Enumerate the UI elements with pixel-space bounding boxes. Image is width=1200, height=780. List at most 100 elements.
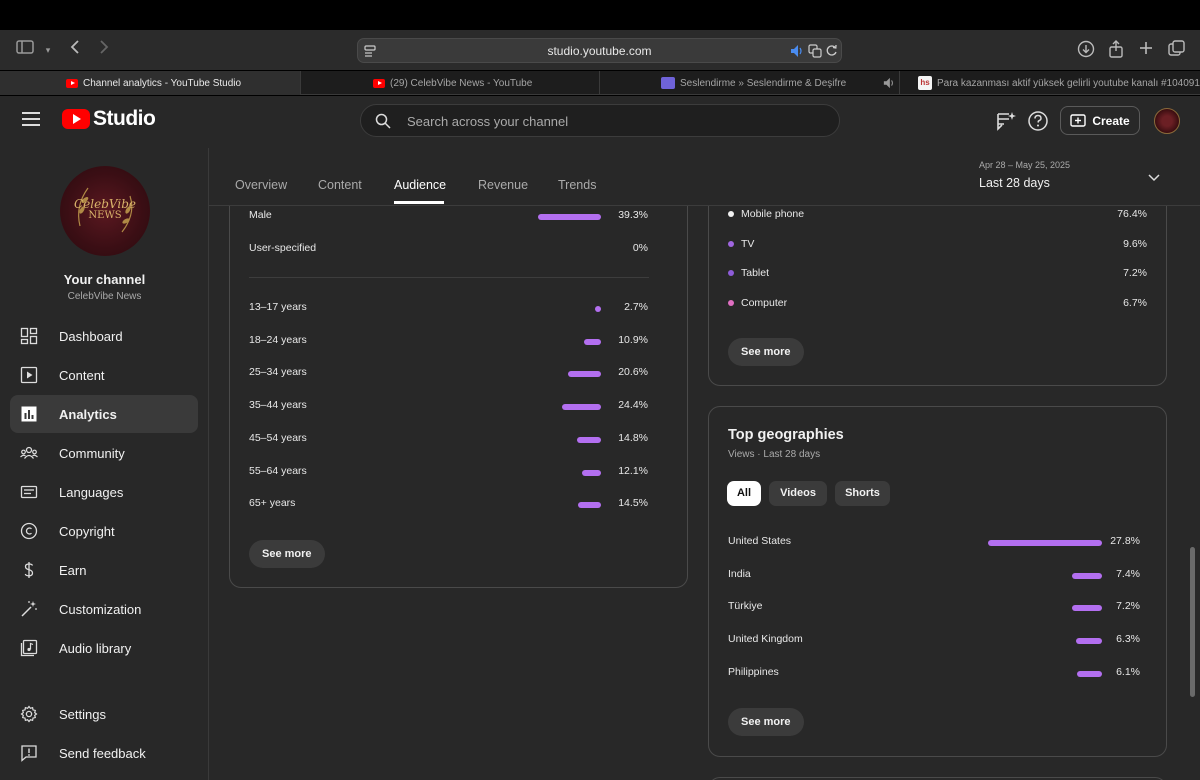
menu-icon[interactable] — [22, 112, 40, 126]
date-range[interactable]: Apr 28 – May 25, 2025 — [979, 160, 1070, 170]
sidebar-item-content[interactable]: Content — [10, 356, 198, 394]
row-value: 9.6% — [1123, 237, 1147, 250]
studio-logo-text[interactable]: Studio — [93, 107, 156, 131]
dashboard-icon — [20, 327, 38, 345]
account-avatar[interactable] — [1154, 108, 1180, 134]
channel-avatar[interactable]: CelebVibe NEWS — [60, 166, 150, 256]
languages-icon — [20, 485, 38, 499]
create-button[interactable]: Create — [1060, 106, 1140, 135]
address-bar[interactable]: studio.youtube.com — [357, 38, 842, 63]
create-label: Create — [1092, 113, 1130, 128]
speaker-icon[interactable] — [790, 44, 804, 63]
row-label: 55–64 years — [249, 464, 307, 477]
chip-videos[interactable]: Videos — [769, 481, 827, 506]
sidebar-item-community[interactable]: Community — [10, 434, 198, 472]
earn-icon — [24, 562, 34, 578]
download-icon[interactable] — [1076, 40, 1096, 60]
search-input[interactable]: Search across your channel — [360, 104, 840, 137]
see-more-button[interactable]: See more — [728, 708, 804, 736]
sidebar-item-languages[interactable]: Languages — [10, 473, 198, 511]
browser-tab-channel[interactable]: (29) CelebVibe News - YouTube — [301, 71, 600, 95]
tab-overview-icon[interactable] — [1166, 40, 1186, 60]
tab-title: Para kazanması aktif yüksek gelirli yout… — [937, 77, 1200, 89]
row-value: 24.4% — [618, 399, 648, 412]
help-icon[interactable] — [1027, 110, 1049, 132]
row-label: 65+ years — [249, 497, 296, 510]
tab-content[interactable]: Content — [318, 178, 362, 192]
sidebar-toggle-icon[interactable] — [15, 40, 35, 60]
sidebar-item-label: Earn — [59, 563, 87, 578]
row-label: 35–44 years — [249, 399, 307, 412]
browser-tab-analytics[interactable]: Channel analytics - YouTube Studio — [0, 71, 301, 95]
row-value: 7.4% — [1116, 567, 1140, 580]
sidebar-item-label: Customization — [59, 602, 142, 617]
chip-shorts[interactable]: Shorts — [835, 481, 890, 506]
row-value: 27.8% — [1110, 535, 1140, 547]
tab-revenue[interactable]: Revenue — [478, 178, 528, 192]
see-more-button[interactable]: See more — [249, 540, 325, 568]
sidebar-item-label: Audio library — [59, 641, 132, 656]
analytics-tabs: Overview Content Audience Revenue Trends… — [209, 148, 1200, 206]
customization-icon — [21, 601, 37, 617]
sidebar-item-earn[interactable]: Earn — [10, 551, 198, 589]
community-icon — [20, 446, 38, 459]
browser-tab-bar: Channel analytics - YouTube Studio (29) … — [0, 71, 1200, 95]
share-icon[interactable] — [1106, 40, 1126, 60]
analytics-icon — [21, 406, 37, 422]
row-label: Türkiye — [728, 600, 763, 613]
divider — [249, 277, 649, 278]
date-period-label[interactable]: Last 28 days — [979, 176, 1050, 190]
row-value: 6.1% — [1116, 665, 1140, 678]
chip-all[interactable]: All — [727, 481, 761, 506]
row-value: 20.6% — [618, 366, 648, 379]
row-label: India — [728, 567, 751, 580]
legend-dot — [728, 211, 734, 217]
tab-title: Seslendirme » Seslendirme & Deşifre — [680, 77, 847, 89]
captions-icon[interactable] — [995, 110, 1017, 132]
translate-icon[interactable] — [808, 44, 822, 63]
sidebar-item-audio-library[interactable]: Audio library — [10, 629, 198, 667]
speaker-icon[interactable] — [883, 77, 895, 92]
row-label: Tablet — [741, 267, 770, 279]
url-text: studio.youtube.com — [547, 44, 652, 58]
see-more-button[interactable]: See more — [728, 338, 804, 366]
sidebar-item-settings[interactable]: Settings — [10, 695, 198, 733]
new-tab-icon[interactable] — [1136, 40, 1156, 60]
tab-trends[interactable]: Trends — [558, 178, 596, 192]
sidebar-item-send-feedback[interactable]: Send feedback — [10, 734, 198, 772]
feedback-icon — [21, 745, 37, 762]
row-label: 25–34 years — [249, 366, 307, 379]
sidebar-item-label: Analytics — [59, 407, 117, 422]
tab-overview[interactable]: Overview — [235, 178, 287, 192]
sidebar-item-customization[interactable]: Customization — [10, 590, 198, 628]
your-channel-label[interactable]: Your channel — [0, 272, 209, 287]
row-value: 0% — [632, 242, 648, 254]
browser-tab-marketplace[interactable]: hs Para kazanması aktif yüksek gelirli y… — [900, 71, 1200, 95]
chevron-down-icon[interactable]: ▾ — [38, 40, 58, 60]
row-value: 2.7% — [624, 301, 648, 313]
row-label: 45–54 years — [249, 431, 307, 444]
row-value: 14.8% — [618, 431, 648, 444]
sidebar-item-label: Languages — [59, 485, 124, 500]
youtube-icon — [373, 78, 385, 88]
tab-audience[interactable]: Audience — [394, 178, 446, 192]
back-icon[interactable] — [65, 40, 85, 60]
row-value: 12.1% — [618, 464, 648, 477]
audio-library-icon — [20, 639, 38, 657]
legend-dot — [728, 270, 734, 276]
sidebar-item-analytics[interactable]: Analytics — [10, 395, 198, 433]
sidebar-item-copyright[interactable]: Copyright — [10, 512, 198, 550]
sidebar-item-dashboard[interactable]: Dashboard — [10, 317, 198, 355]
chevron-down-icon[interactable] — [1147, 170, 1161, 184]
scrollbar[interactable] — [1190, 547, 1195, 697]
content-icon — [20, 366, 38, 384]
forward-icon[interactable] — [94, 40, 114, 60]
seslendirme-icon — [661, 77, 675, 89]
active-tab-indicator — [394, 201, 444, 204]
row-label: Male — [249, 209, 272, 221]
youtube-logo-icon[interactable] — [62, 109, 90, 129]
row-label: TV — [741, 237, 755, 250]
browser-tab-seslendirme[interactable]: Seslendirme » Seslendirme & Deşifre — [600, 71, 900, 95]
reload-icon[interactable] — [825, 44, 838, 62]
row-value: 76.4% — [1117, 208, 1147, 220]
